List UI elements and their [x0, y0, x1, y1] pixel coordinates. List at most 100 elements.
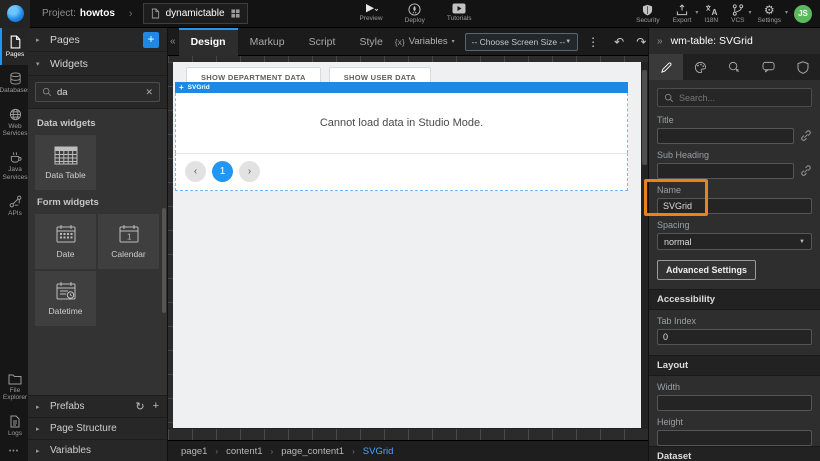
- widget-tile-date[interactable]: Date: [35, 214, 96, 269]
- tab-security[interactable]: [786, 54, 820, 80]
- rail-item-apis[interactable]: APIs: [0, 188, 28, 224]
- more-options-icon[interactable]: •••: [0, 444, 28, 461]
- canvas-scrollbar[interactable]: [641, 62, 648, 428]
- clear-search-icon[interactable]: ✕: [145, 87, 153, 98]
- widget-search-wrap: ✕: [28, 76, 167, 109]
- data-widgets-title: Data widgets: [28, 111, 167, 135]
- screen-size-select[interactable]: -- Choose Screen Size -- ▼: [465, 33, 579, 51]
- tab-index-field-input[interactable]: 0: [657, 329, 812, 345]
- subheading-field-label: Sub Heading: [657, 150, 812, 160]
- datetime-icon: [55, 281, 77, 301]
- design-canvas[interactable]: SHOW DEPARTMENT DATA SHOW USER DATA + SV…: [173, 62, 641, 428]
- scrollbar-thumb[interactable]: [642, 70, 647, 165]
- widget-selection-bar[interactable]: + SVGrid: [175, 82, 628, 93]
- advanced-settings-button[interactable]: Advanced Settings: [657, 260, 756, 280]
- translate-icon: A: [705, 4, 718, 16]
- prefabs-accordion[interactable]: ▸ Prefabs ↻ +: [28, 395, 167, 417]
- properties-search-input[interactable]: [679, 93, 805, 103]
- pagination-prev-button[interactable]: ‹: [185, 161, 206, 182]
- rail-item-databases[interactable]: Databases: [0, 65, 28, 101]
- variables-icon: {x}: [395, 37, 405, 47]
- palette-icon: [694, 61, 707, 74]
- rail-item-pages[interactable]: Pages: [0, 28, 28, 65]
- rail-item-file-explorer[interactable]: File Explorer: [0, 366, 28, 409]
- pages-accordion[interactable]: ▸ Pages +: [28, 28, 167, 52]
- width-field-input[interactable]: [657, 395, 812, 411]
- settings-label: Settings: [758, 17, 782, 24]
- height-field-input[interactable]: [657, 430, 812, 446]
- preview-button[interactable]: Preview: [360, 3, 383, 24]
- rocket-icon: [408, 3, 421, 16]
- refresh-prefabs-icon[interactable]: ↻: [135, 400, 144, 413]
- topbar-utilities: Security ▾ Export A I18N ▾ VCS ⚙ ▾ Setti…: [636, 4, 812, 24]
- date-icon: [55, 224, 77, 244]
- widgets-accordion[interactable]: ▾ Widgets: [28, 52, 167, 76]
- widget-tile-calendar[interactable]: 1 Calendar: [98, 214, 159, 269]
- widget-name-label: SVGrid: [188, 84, 210, 91]
- tab-properties[interactable]: [649, 54, 683, 80]
- wavemaker-logo-icon: [7, 5, 24, 22]
- bind-subheading-icon[interactable]: [800, 165, 812, 177]
- collapse-right-panel-icon[interactable]: »: [657, 36, 663, 47]
- settings-button[interactable]: ⚙ ▾ Settings: [758, 4, 782, 24]
- tab-messages[interactable]: [752, 54, 786, 80]
- tab-script[interactable]: Script: [297, 28, 348, 56]
- app-logo[interactable]: [0, 0, 30, 28]
- user-avatar[interactable]: JS: [794, 5, 812, 23]
- svgrid-widget[interactable]: + SVGrid Cannot load data in Studio Mode…: [175, 82, 628, 191]
- add-prefab-icon[interactable]: +: [153, 400, 159, 413]
- tab-styles[interactable]: [683, 54, 717, 80]
- breadcrumb-svgrid[interactable]: SVGrid: [363, 446, 394, 457]
- left-panel-scrollbar[interactable]: [162, 208, 166, 313]
- add-page-button[interactable]: +: [143, 32, 159, 48]
- tab-markup[interactable]: Markup: [238, 28, 297, 56]
- pencil-icon: [660, 61, 673, 74]
- rail-label: Web Services: [2, 123, 28, 139]
- widget-search-box[interactable]: ✕: [35, 82, 160, 102]
- page-structure-accordion[interactable]: ▸ Page Structure: [28, 417, 167, 439]
- tutorials-button[interactable]: Tutorials: [447, 3, 472, 24]
- widget-tile-data-table[interactable]: Data Table: [35, 135, 96, 190]
- chevron-right-icon: ▸: [36, 36, 43, 44]
- chevron-down-icon: ▾: [36, 60, 43, 68]
- vcs-button[interactable]: ▾ VCS: [731, 4, 744, 24]
- pagination-page-1[interactable]: 1: [212, 161, 233, 182]
- export-button[interactable]: ▾ Export: [673, 4, 692, 24]
- kebab-menu-icon[interactable]: ⋮: [578, 35, 608, 49]
- grid-icon[interactable]: [231, 9, 240, 18]
- vcs-label: VCS: [731, 17, 744, 24]
- rail-item-logs[interactable]: Logs: [0, 408, 28, 444]
- i18n-button[interactable]: A I18N: [704, 4, 718, 24]
- caret-down-icon: ▾: [695, 9, 698, 16]
- tab-events[interactable]: [717, 54, 751, 80]
- tab-design[interactable]: Design: [179, 28, 238, 56]
- variables-accordion[interactable]: ▸ Variables: [28, 439, 167, 461]
- breadcrumb-content1[interactable]: content1: [226, 446, 262, 457]
- security-button[interactable]: Security: [636, 4, 659, 24]
- properties-search[interactable]: [657, 88, 812, 107]
- spacing-select[interactable]: normal ▼: [657, 233, 812, 250]
- breadcrumb-separator: ›: [215, 447, 218, 456]
- variables-dropdown[interactable]: {x} Variables ▾: [395, 36, 455, 47]
- deploy-button[interactable]: Deploy: [405, 3, 425, 24]
- data-table-icon: [54, 146, 78, 165]
- tab-style[interactable]: Style: [347, 28, 394, 56]
- properties-tabs: [649, 54, 820, 80]
- subheading-field-input[interactable]: [657, 163, 794, 179]
- widget-search-input[interactable]: [57, 87, 140, 98]
- height-field-label: Height: [657, 417, 812, 427]
- name-field-input[interactable]: SVGrid: [657, 198, 812, 214]
- page-tab-dynamictable[interactable]: dynamictable: [143, 3, 248, 24]
- collapse-left-panel-icon[interactable]: «: [168, 36, 179, 47]
- bind-title-icon[interactable]: [800, 130, 812, 142]
- pagination-next-button[interactable]: ›: [239, 161, 260, 182]
- undo-icon[interactable]: ↶: [608, 35, 630, 49]
- breadcrumb-page1[interactable]: page1: [181, 446, 207, 457]
- title-field-input[interactable]: [657, 128, 794, 144]
- rail-item-web-services[interactable]: Web Services: [0, 101, 28, 145]
- rail-item-java-services[interactable]: Java Services: [0, 144, 28, 188]
- form-widgets-title: Form widgets: [28, 190, 167, 214]
- widget-tile-datetime[interactable]: Datetime: [35, 271, 96, 326]
- drag-handle-icon[interactable]: +: [179, 83, 184, 93]
- breadcrumb-page-content1[interactable]: page_content1: [281, 446, 344, 457]
